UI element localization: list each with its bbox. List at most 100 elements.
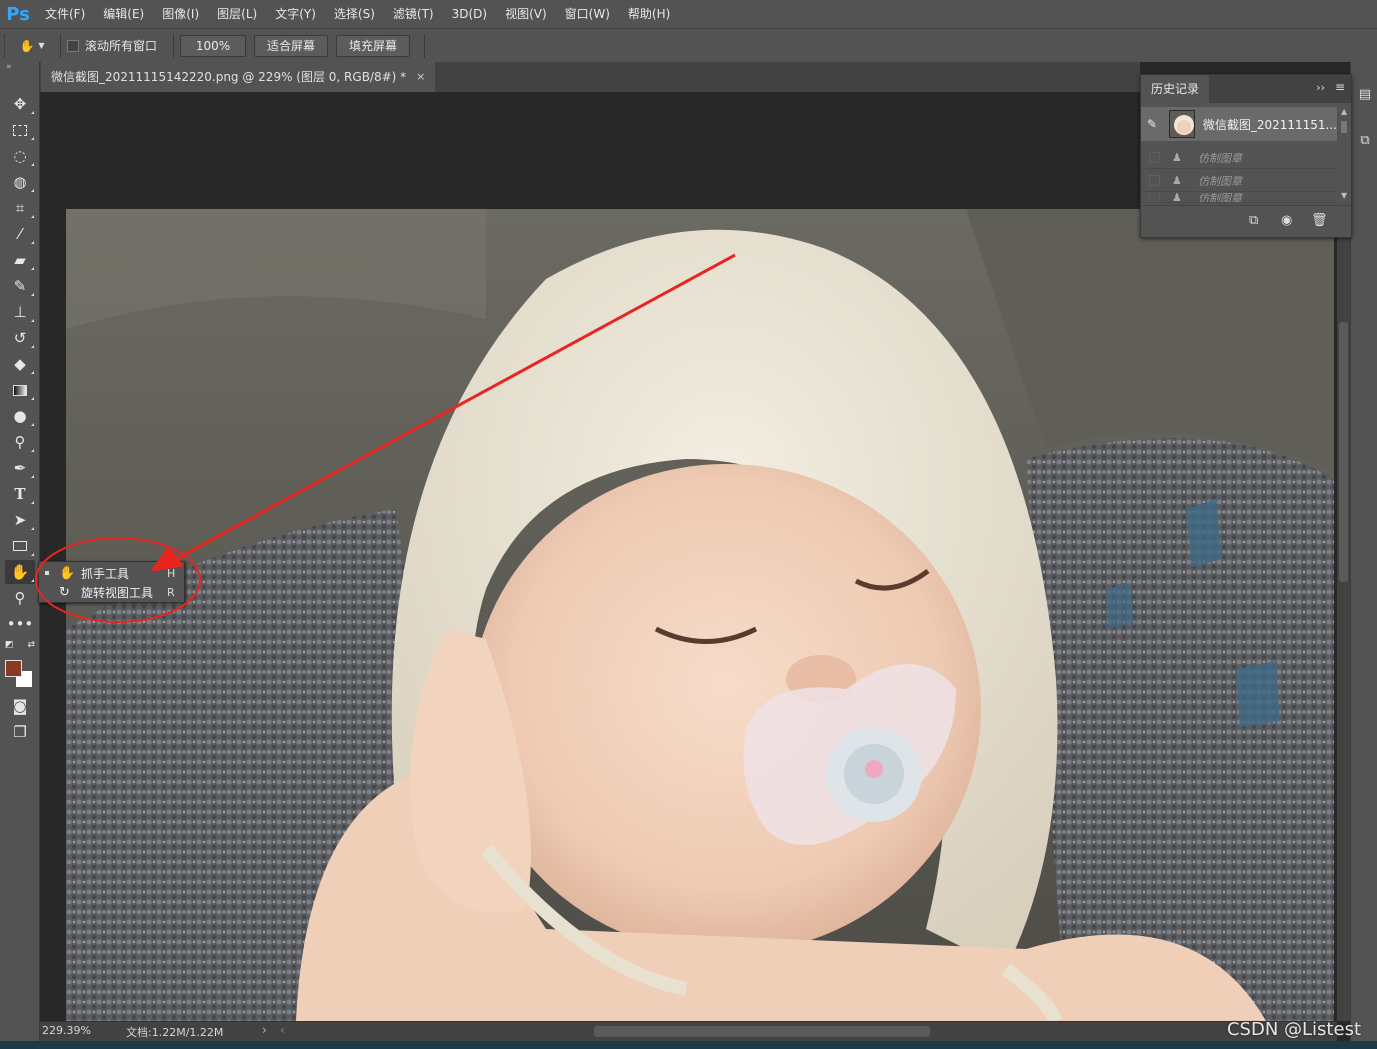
hand-tool[interactable]: ✋ [5, 560, 35, 584]
hand-icon: ✋ [59, 565, 76, 581]
panel-menu-icon[interactable]: ≡ [1335, 80, 1345, 94]
snapshot-label: 微信截图_202111151... [1202, 117, 1337, 132]
baby-photo [66, 209, 1334, 1021]
menu-view[interactable]: 视图(V) [496, 0, 556, 28]
status-menu-arrow[interactable]: › [262, 1023, 267, 1037]
menu-file[interactable]: 文件(F) [36, 0, 94, 28]
shape-tool[interactable] [5, 534, 35, 558]
history-scroll-thumb[interactable] [1341, 121, 1347, 133]
zoom-100-button[interactable]: 100% [180, 34, 247, 57]
watermark: CSDN @Listest [1226, 1019, 1361, 1040]
flyout-shortcut: H [167, 566, 176, 580]
document-size: 文档:1.22M/1.22M [126, 1026, 224, 1039]
menu-image[interactable]: 图像(I) [153, 0, 208, 28]
menu-window[interactable]: 窗口(W) [556, 0, 619, 28]
scroll-down-icon[interactable]: ▼ [1341, 191, 1347, 200]
menu-select[interactable]: 选择(S) [325, 0, 384, 28]
document-image[interactable] [66, 209, 1334, 1021]
blur-tool[interactable]: ● [5, 404, 35, 428]
history-step[interactable]: ♟ 仿制图章 [1141, 147, 1337, 169]
camera-icon[interactable]: ◉ [1281, 213, 1292, 228]
history-snapshot[interactable]: ✎ 微信截图_202111151... [1141, 107, 1337, 141]
dodge-tool[interactable]: ⚲ [5, 430, 35, 454]
gradient-tool[interactable] [5, 378, 35, 402]
swap-colors-icon[interactable]: ⇄ [27, 640, 35, 650]
move-tool[interactable]: ✥ [5, 92, 35, 116]
lasso-icon: ◌ [13, 147, 27, 165]
quick-mask-button[interactable]: ◙ [5, 694, 35, 718]
close-icon[interactable]: × [416, 62, 425, 92]
stamp-icon: ♟ [1172, 193, 1182, 203]
marquee-icon [13, 124, 27, 136]
bandage-icon: ▰ [14, 251, 26, 269]
color-controls: ◩ ⇄ [5, 638, 35, 652]
flyout-item-hand[interactable]: ✋ 抓手工具 H [39, 563, 184, 583]
history-panel-icon[interactable]: ⧉ [1355, 130, 1375, 150]
rotate-view-icon: ↻ [59, 584, 70, 600]
menu-filter[interactable]: 滤镜(T) [384, 0, 443, 28]
tools-panel: » ✥ ◌ ◍ ⌗ ⁄ ▰ ✎ ⊥ ↺ ◆ ● ⚲ ✒ T ➤ ✋ ⚲ ••• … [0, 62, 40, 1049]
scroll-all-label: 滚动所有窗口 [85, 39, 158, 53]
zoom-level[interactable]: 229.39% [42, 1024, 91, 1037]
zoom-tool[interactable]: ⚲ [5, 586, 35, 610]
history-check[interactable] [1149, 152, 1160, 163]
vertical-scroll-thumb[interactable] [1339, 322, 1348, 582]
lasso-tool[interactable]: ◌ [5, 144, 35, 168]
right-dock-strip: ▤ ⧉ [1350, 62, 1377, 1049]
gradient-icon [13, 384, 27, 396]
divider [60, 33, 61, 58]
history-scrollbar[interactable]: ▲ ▼ [1339, 107, 1349, 203]
pen-tool[interactable]: ✒ [5, 456, 35, 480]
history-brush-source-icon[interactable]: ✎ [1147, 117, 1165, 131]
flyout-item-rotate-view[interactable]: ↻ 旋转视图工具 R [39, 582, 184, 602]
menu-type[interactable]: 文字(Y) [266, 0, 325, 28]
history-step[interactable]: ♟ 仿制图章 [1141, 193, 1337, 203]
fill-screen-button[interactable]: 填充屏幕 [336, 34, 411, 57]
new-document-from-state-icon[interactable]: ⧉ [1249, 213, 1258, 228]
panel-expand-icon[interactable]: » [0, 62, 39, 74]
history-check[interactable] [1149, 175, 1160, 186]
os-taskbar [0, 1041, 1377, 1049]
flyout-item-label: 旋转视图工具 [81, 585, 154, 600]
menu-bar: Ps 文件(F) 编辑(E) 图像(I) 图层(L) 文字(Y) 选择(S) 滤… [0, 0, 1377, 28]
history-brush-icon: ↺ [13, 329, 27, 347]
thumbnail-image [1170, 111, 1194, 137]
type-tool[interactable]: T [5, 482, 35, 506]
quick-select-tool[interactable]: ◍ [5, 170, 35, 194]
document-tab[interactable]: 微信截图_20211115142220.png @ 229% (图层 0, RG… [41, 62, 436, 92]
menu-edit[interactable]: 编辑(E) [94, 0, 153, 28]
properties-icon[interactable]: ▤ [1355, 84, 1375, 104]
horizontal-scroll-thumb[interactable] [594, 1026, 930, 1037]
crop-tool[interactable]: ⌗ [5, 196, 35, 220]
history-brush-tool[interactable]: ↺ [5, 326, 35, 350]
clone-stamp-tool[interactable]: ⊥ [5, 300, 35, 324]
arrow-pointer-icon: ➤ [13, 511, 27, 529]
menu-3d[interactable]: 3D(D) [443, 0, 496, 28]
path-select-tool[interactable]: ➤ [5, 508, 35, 532]
edit-toolbar-button[interactable]: ••• [5, 612, 35, 636]
history-check[interactable] [1149, 193, 1160, 202]
default-colors-icon[interactable]: ◩ [5, 640, 14, 650]
stamp-icon: ♟ [1172, 151, 1182, 164]
options-bar: ✋ ▼ 滚动所有窗口 100% 适合屏幕 填充屏幕 [0, 28, 1377, 62]
flyout-shortcut: R [167, 585, 175, 599]
eraser-tool[interactable]: ◆ [5, 352, 35, 376]
history-step[interactable]: ♟ 仿制图章 [1141, 170, 1337, 192]
selected-indicator [45, 571, 49, 575]
screen-mode-button[interactable]: ❐ [5, 720, 35, 744]
brush-tool[interactable]: ✎ [5, 274, 35, 298]
scroll-left-arrow[interactable]: ‹ [280, 1023, 285, 1037]
history-tab[interactable]: 历史记录 [1141, 75, 1210, 103]
menu-layer[interactable]: 图层(L) [208, 0, 266, 28]
eyedropper-tool[interactable]: ⁄ [5, 222, 35, 246]
scroll-up-icon[interactable]: ▲ [1341, 107, 1347, 116]
collapse-icon[interactable]: ›› [1316, 81, 1325, 94]
foreground-color-swatch[interactable] [5, 660, 22, 677]
scroll-all-checkbox[interactable] [67, 39, 79, 52]
trash-icon[interactable]: 🗑 [1311, 213, 1328, 228]
healing-brush-tool[interactable]: ▰ [5, 248, 35, 272]
marquee-tool[interactable] [5, 118, 35, 142]
tool-preset-picker[interactable]: ✋ ▼ [10, 33, 54, 59]
fit-screen-button[interactable]: 适合屏幕 [254, 34, 329, 57]
menu-help[interactable]: 帮助(H) [619, 0, 679, 28]
